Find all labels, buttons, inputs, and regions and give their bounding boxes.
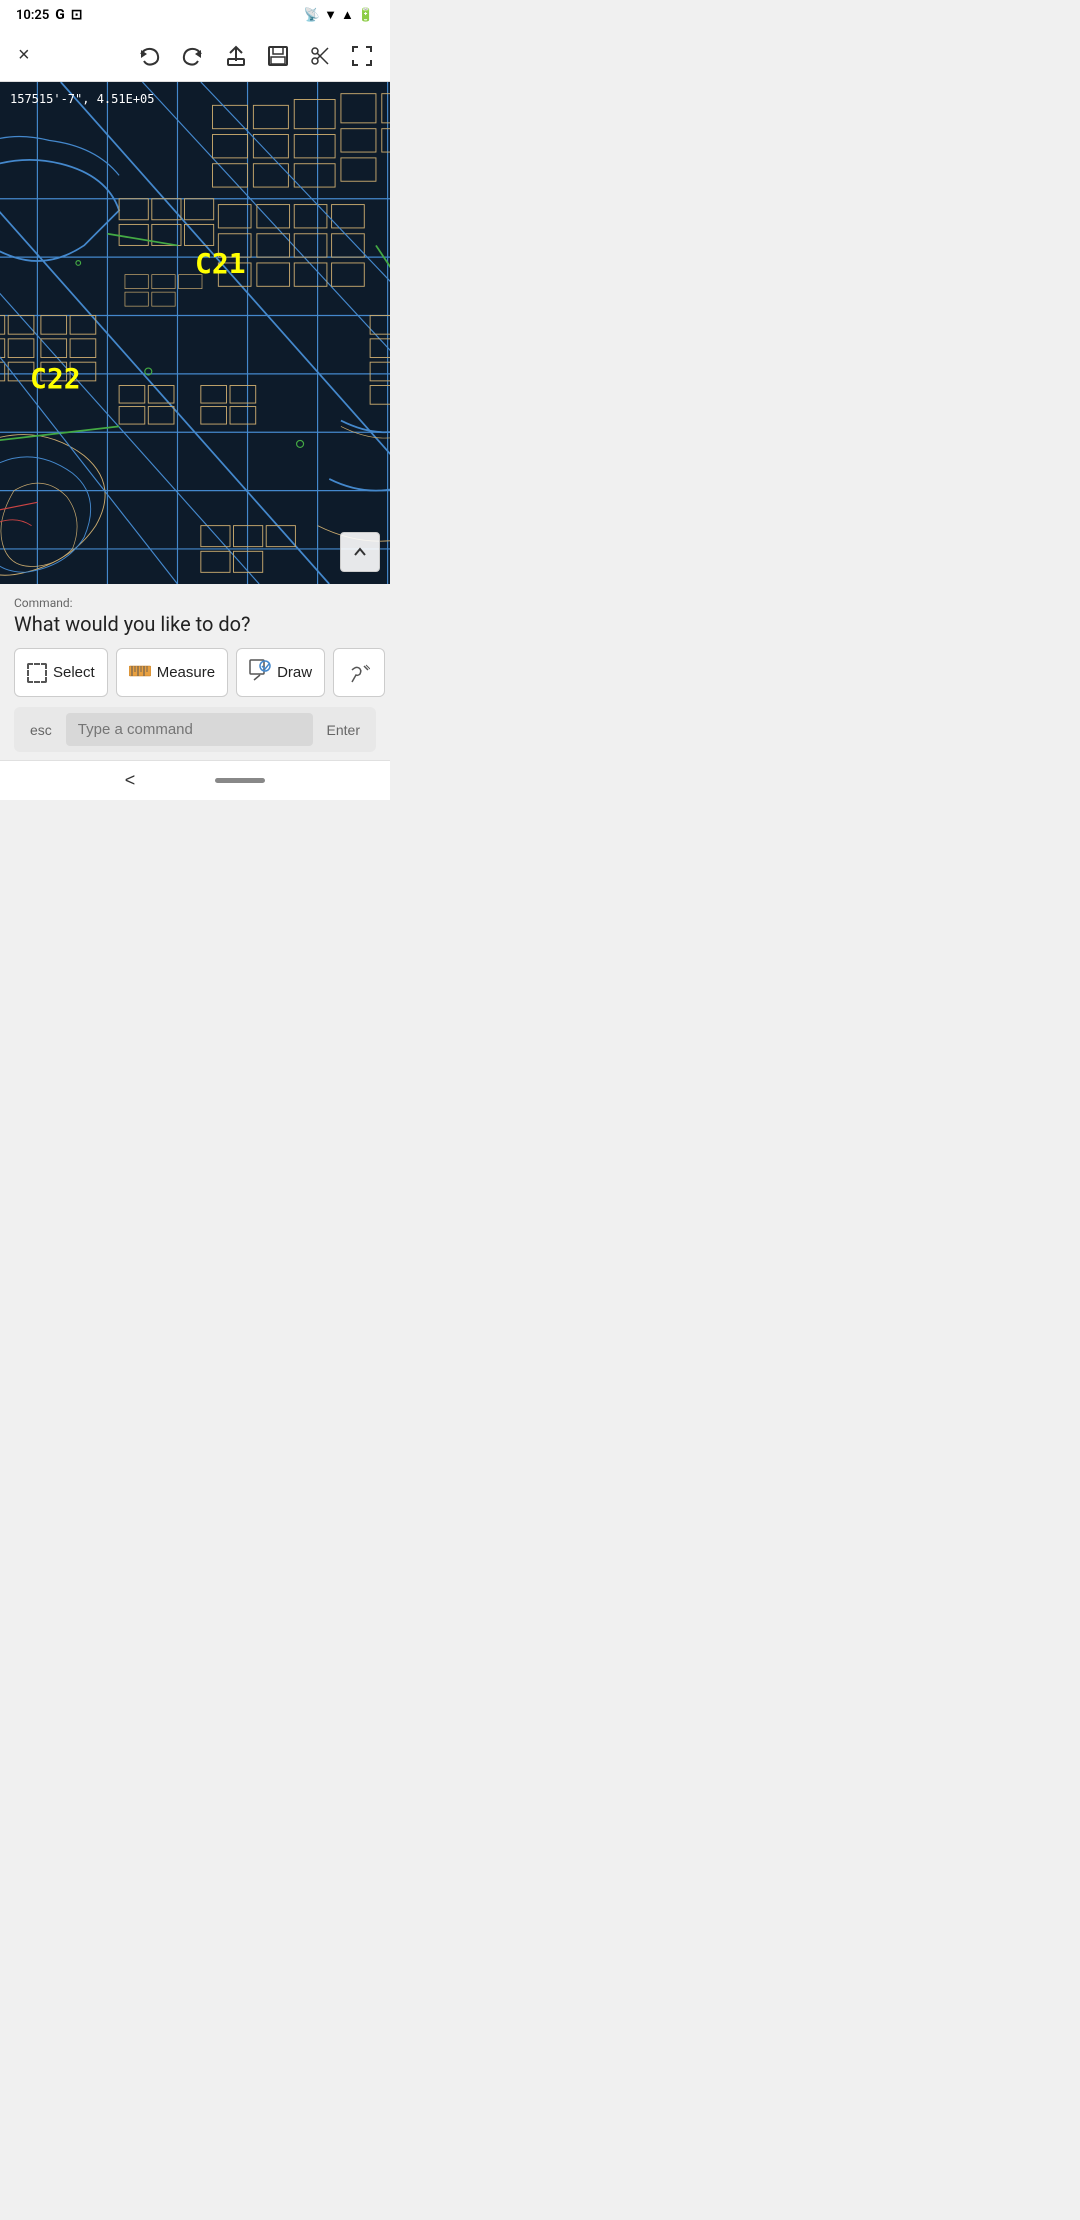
save-icon: [268, 46, 288, 66]
map-label-c21: C21: [195, 247, 246, 280]
home-bar[interactable]: [215, 778, 265, 783]
close-button[interactable]: ×: [12, 38, 36, 73]
share-icon: [226, 45, 246, 67]
status-right: 📡 ▼ ▲ 🔋: [304, 7, 374, 23]
fullscreen-icon: [352, 46, 372, 66]
google-icon: G: [55, 7, 65, 23]
cast-icon: ⊡: [71, 7, 83, 23]
scissors-button[interactable]: [304, 40, 336, 72]
measure-icon: [129, 662, 151, 683]
cast-status-icon: 📡: [304, 8, 320, 23]
enter-button[interactable]: Enter: [321, 718, 366, 742]
undo-icon: [138, 46, 160, 66]
map-canvas[interactable]: [0, 82, 390, 584]
time: 10:25: [16, 8, 49, 23]
command-area: Command: What would you like to do? Sele…: [0, 584, 390, 760]
command-label: Command:: [14, 596, 376, 610]
more-button[interactable]: [333, 648, 385, 697]
chevron-up-icon: [352, 544, 368, 560]
map-label-c22: C22: [30, 362, 81, 395]
select-icon: [27, 663, 47, 683]
scissors-icon: [310, 46, 330, 66]
back-button[interactable]: <: [125, 770, 136, 791]
command-input[interactable]: [66, 713, 313, 746]
command-buttons: Select Measure: [14, 648, 376, 697]
map-coordinates: 157515'-7", 4.51E+05: [10, 92, 155, 106]
status-bar: 10:25 G ⊡ 📡 ▼ ▲ 🔋: [0, 0, 390, 30]
share-button[interactable]: [220, 39, 252, 73]
draw-icon: [249, 659, 271, 686]
toolbar: ×: [0, 30, 390, 82]
bottom-nav: <: [0, 760, 390, 800]
draw-button-label: Draw: [277, 664, 312, 681]
status-left: 10:25 G ⊡: [16, 7, 83, 23]
esc-button[interactable]: esc: [24, 718, 58, 742]
redo-icon: [182, 46, 204, 66]
select-button[interactable]: Select: [14, 648, 108, 697]
measure-button-label: Measure: [157, 664, 215, 681]
more-icon: [348, 662, 370, 684]
select-button-label: Select: [53, 664, 95, 681]
map-expand-button[interactable]: [340, 532, 380, 572]
draw-button[interactable]: Draw: [236, 648, 325, 697]
wifi-icon: ▼: [324, 7, 337, 23]
measure-button[interactable]: Measure: [116, 648, 228, 697]
battery-icon: 🔋: [358, 8, 374, 23]
save-button[interactable]: [262, 40, 294, 72]
signal-icon: ▲: [341, 7, 354, 23]
command-input-row: esc Enter: [14, 707, 376, 752]
command-question: What would you like to do?: [14, 612, 376, 636]
close-icon: ×: [18, 44, 30, 67]
fullscreen-button[interactable]: [346, 40, 378, 72]
map-container[interactable]: 157515'-7", 4.51E+05 C21 C22: [0, 82, 390, 584]
undo-button[interactable]: [132, 40, 166, 72]
redo-button[interactable]: [176, 40, 210, 72]
